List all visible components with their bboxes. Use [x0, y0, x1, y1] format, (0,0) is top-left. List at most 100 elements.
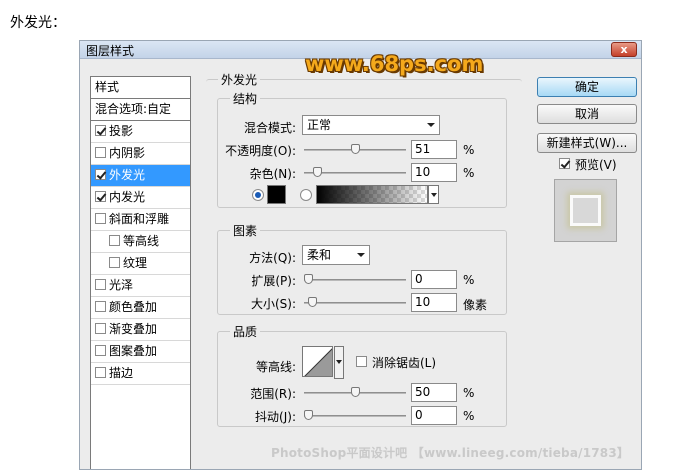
style-checkbox[interactable]	[95, 191, 106, 202]
jitter-slider[interactable]	[304, 410, 406, 420]
window-title: 图层样式	[86, 44, 135, 58]
opacity-label: 不透明度(O):	[225, 144, 296, 158]
style-list-label: 纹理	[123, 256, 148, 270]
style-list-label: 混合选项:自定	[95, 102, 172, 116]
blend-mode-select[interactable]: 正常	[302, 115, 440, 135]
outer-glow-title: 外发光	[218, 71, 261, 88]
method-value: 柔和	[307, 248, 332, 262]
style-list-item[interactable]: 渐变叠加	[91, 319, 190, 341]
style-list-label: 光泽	[109, 278, 134, 292]
gradient-swatch[interactable]	[316, 185, 428, 204]
opacity-input[interactable]: 51	[411, 140, 457, 159]
style-list-label: 描边	[109, 366, 134, 380]
noise-label: 杂色(N):	[249, 167, 296, 181]
style-list-item[interactable]: 等高线	[91, 231, 190, 253]
style-list-label: 等高线	[123, 234, 160, 248]
style-list-item[interactable]: 颜色叠加	[91, 297, 190, 319]
style-list-item[interactable]: 混合选项:自定	[91, 99, 190, 121]
style-checkbox[interactable]	[95, 301, 106, 312]
style-checkbox[interactable]	[95, 345, 106, 356]
spread-slider-thumb[interactable]	[304, 274, 313, 284]
style-checkbox[interactable]	[95, 213, 106, 224]
new-style-button[interactable]: 新建样式(W)...	[537, 133, 637, 153]
style-list-label: 外发光	[109, 168, 146, 182]
style-checkbox[interactable]	[95, 323, 106, 334]
style-list-item[interactable]: 纹理	[91, 253, 190, 275]
noise-unit: %	[463, 166, 475, 180]
spread-input[interactable]: 0	[411, 270, 457, 289]
layer-style-dialog: 图层样式 x www.68ps.com 样式 混合选项:自定 投影 内阴影 外发光 内发光…	[79, 40, 642, 470]
chevron-down-icon	[336, 360, 342, 364]
opacity-unit: %	[463, 143, 475, 157]
contour-picker[interactable]	[302, 346, 333, 377]
opacity-slider-thumb[interactable]	[351, 144, 360, 154]
noise-input[interactable]: 10	[411, 163, 457, 182]
size-unit: 像素	[463, 298, 488, 312]
style-list: 样式混合选项:自定投影内阴影外发光内发光斜面和浮雕等高线纹理光泽颜色叠加渐变叠加…	[90, 76, 191, 469]
range-slider[interactable]	[304, 387, 406, 397]
quality-group: 品质 等高线: 消除锯齿(L) 范围(R): 50 % 抖动(J): 0 %	[217, 323, 507, 427]
style-list-item[interactable]: 投影	[91, 121, 190, 143]
range-input[interactable]: 50	[411, 383, 457, 402]
preview-label: 预览(V)	[575, 158, 617, 172]
style-checkbox[interactable]	[95, 125, 106, 136]
range-slider-thumb[interactable]	[351, 387, 360, 397]
size-slider-thumb[interactable]	[308, 297, 317, 307]
style-checkbox[interactable]	[109, 257, 120, 268]
preview-square	[570, 195, 601, 226]
jitter-input[interactable]: 0	[411, 406, 457, 425]
size-slider[interactable]	[304, 297, 406, 307]
size-label: 大小(S):	[250, 297, 296, 311]
close-button[interactable]: x	[611, 42, 637, 57]
anti-alias-label: 消除锯齿(L)	[372, 356, 437, 370]
method-select[interactable]: 柔和	[302, 245, 370, 265]
preview-checkbox[interactable]	[559, 158, 570, 169]
gradient-dropdown[interactable]	[428, 185, 439, 204]
style-list-item[interactable]: 光泽	[91, 275, 190, 297]
style-list-label: 投影	[109, 124, 134, 138]
style-checkbox[interactable]	[95, 169, 106, 180]
spread-unit: %	[463, 273, 475, 287]
style-checkbox[interactable]	[109, 235, 120, 246]
noise-slider-thumb[interactable]	[313, 167, 322, 177]
chevron-down-icon	[427, 123, 435, 127]
style-list-item[interactable]: 描边	[91, 363, 190, 385]
size-input[interactable]: 10	[411, 293, 457, 312]
contour-dropdown[interactable]	[334, 346, 344, 379]
style-list-item[interactable]: 内阴影	[91, 143, 190, 165]
contour-curve-icon	[304, 348, 332, 376]
quality-title: 品质	[230, 323, 261, 340]
jitter-unit: %	[463, 409, 475, 423]
spread-slider[interactable]	[304, 274, 406, 284]
opacity-slider[interactable]	[304, 144, 406, 154]
style-checkbox[interactable]	[95, 279, 106, 290]
noise-slider[interactable]	[304, 167, 406, 177]
watermark-text: PhotoShop平面设计吧 【www.lineeg.com/tieba/178…	[271, 446, 630, 460]
structure-title: 结构	[230, 90, 261, 107]
jitter-slider-thumb[interactable]	[304, 410, 313, 420]
style-preview	[554, 179, 617, 242]
anti-alias-checkbox[interactable]	[356, 356, 367, 367]
style-list-label: 内发光	[109, 190, 146, 204]
style-checkbox[interactable]	[95, 367, 106, 378]
color-radio[interactable]	[252, 189, 264, 201]
elements-title: 图素	[230, 222, 261, 239]
site-logo: www.68ps.com	[305, 52, 484, 76]
style-list-label: 图案叠加	[109, 344, 158, 358]
style-list-item[interactable]: 斜面和浮雕	[91, 209, 190, 231]
blend-mode-value: 正常	[307, 118, 332, 132]
gradient-radio[interactable]	[300, 189, 312, 201]
style-list-item[interactable]: 图案叠加	[91, 341, 190, 363]
style-list-label: 颜色叠加	[109, 300, 158, 314]
style-list-item[interactable]: 样式	[91, 77, 190, 99]
style-checkbox[interactable]	[95, 147, 106, 158]
range-label: 范围(R):	[250, 387, 296, 401]
cancel-button[interactable]: 取消	[537, 104, 637, 124]
range-unit: %	[463, 386, 475, 400]
style-list-label: 渐变叠加	[109, 322, 158, 336]
style-list-item[interactable]: 外发光	[91, 165, 190, 187]
style-list-item[interactable]: 内发光	[91, 187, 190, 209]
glow-color-swatch[interactable]	[267, 185, 286, 204]
ok-button[interactable]: 确定	[537, 77, 637, 97]
spread-label: 扩展(P):	[251, 274, 296, 288]
